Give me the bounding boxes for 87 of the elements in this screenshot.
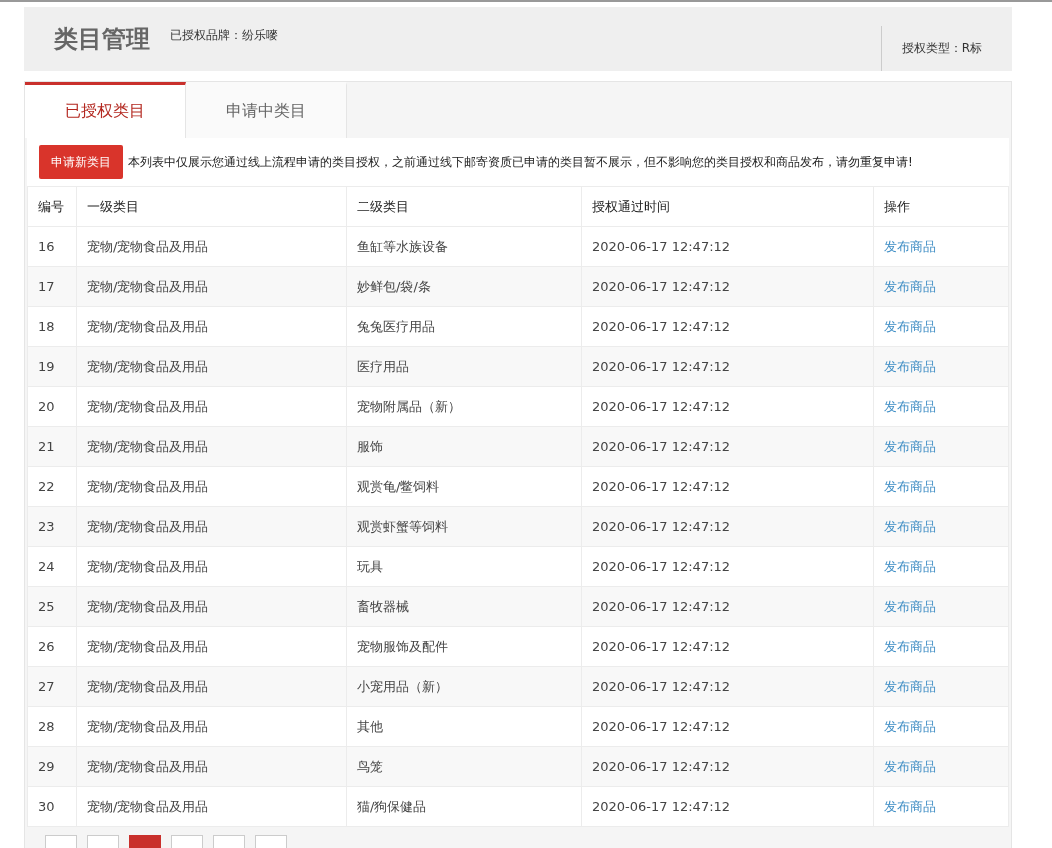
table-cell: 2020-06-17 12:47:12 xyxy=(581,386,874,427)
table-cell: 宠物/宠物食品及用品 xyxy=(76,266,347,307)
table-cell: 兔兔医疗用品 xyxy=(346,306,582,347)
table-cell: 宠物/宠物食品及用品 xyxy=(76,786,347,827)
table-cell: 宠物服饰及配件 xyxy=(346,626,582,667)
table-cell: 2020-06-17 12:47:12 xyxy=(581,666,874,707)
brand-label: 已授权品牌：纷乐嘜 xyxy=(170,26,278,44)
table-cell: 医疗用品 xyxy=(346,346,582,387)
table-cell: 2020-06-17 12:47:12 xyxy=(581,746,874,787)
column-header: 操作 xyxy=(873,186,1009,227)
auth-type-label: 授权类型：R标 xyxy=(880,25,1012,71)
table-cell: 2020-06-17 12:47:12 xyxy=(581,786,874,827)
apply-button[interactable]: 申请新类目 xyxy=(39,145,123,179)
publish-link[interactable]: 发布商品 xyxy=(884,518,936,534)
table-cell: 服饰 xyxy=(346,426,582,467)
publish-link[interactable]: 发布商品 xyxy=(884,798,936,814)
table-cell: 25 xyxy=(27,586,77,627)
publish-link[interactable]: 发布商品 xyxy=(884,678,936,694)
table-cell: 2020-06-17 12:47:12 xyxy=(581,266,874,307)
table-cell: 20 xyxy=(27,386,77,427)
table-cell: 宠物/宠物食品及用品 xyxy=(76,706,347,747)
table-cell: 16 xyxy=(27,226,77,267)
table-cell: 宠物/宠物食品及用品 xyxy=(76,426,347,467)
publish-link[interactable]: 发布商品 xyxy=(884,278,936,294)
table-cell: 鱼缸等水族设备 xyxy=(346,226,582,267)
table-cell: 24 xyxy=(27,546,77,587)
table-cell: 宠物/宠物食品及用品 xyxy=(76,506,347,547)
table-cell: 观赏龟/鳖饲料 xyxy=(346,466,582,507)
table-cell: 2020-06-17 12:47:12 xyxy=(581,346,874,387)
tab[interactable]: 已授权类目 xyxy=(25,82,186,138)
table-cell: 2020-06-17 12:47:12 xyxy=(581,506,874,547)
table-cell: 宠物/宠物食品及用品 xyxy=(76,226,347,267)
table-cell: 28 xyxy=(27,706,77,747)
table-cell: 宠物/宠物食品及用品 xyxy=(76,586,347,627)
publish-link[interactable]: 发布商品 xyxy=(884,718,936,734)
table-cell: 2020-06-17 12:47:12 xyxy=(581,226,874,267)
page-title: 类目管理 xyxy=(54,24,150,55)
tab[interactable]: 申请中类目 xyxy=(186,82,347,138)
publish-link[interactable]: 发布商品 xyxy=(884,478,936,494)
table-cell: 宠物/宠物食品及用品 xyxy=(76,666,347,707)
publish-link[interactable]: 发布商品 xyxy=(884,558,936,574)
table-cell: 小宠用品（新） xyxy=(346,666,582,707)
publish-link[interactable]: 发布商品 xyxy=(884,638,936,654)
table-cell: 猫/狗保健品 xyxy=(346,786,582,827)
table-cell: 鸟笼 xyxy=(346,746,582,787)
table-cell: 2020-06-17 12:47:12 xyxy=(581,586,874,627)
table-cell: 29 xyxy=(27,746,77,787)
table-cell: 宠物/宠物食品及用品 xyxy=(76,546,347,587)
table-cell: 23 xyxy=(27,506,77,547)
table-cell: 宠物/宠物食品及用品 xyxy=(76,386,347,427)
table-cell: 宠物/宠物食品及用品 xyxy=(76,306,347,347)
table-cell: 2020-06-17 12:47:12 xyxy=(581,546,874,587)
table-cell: 畜牧器械 xyxy=(346,586,582,627)
table-cell: 观赏虾蟹等饲料 xyxy=(346,506,582,547)
table-cell: 宠物/宠物食品及用品 xyxy=(76,626,347,667)
table-cell: 妙鲜包/袋/条 xyxy=(346,266,582,307)
publish-link[interactable]: 发布商品 xyxy=(884,318,936,334)
column-header: 授权通过时间 xyxy=(581,186,874,227)
table-cell: 宠物/宠物食品及用品 xyxy=(76,746,347,787)
publish-link[interactable]: 发布商品 xyxy=(884,598,936,614)
publish-link[interactable]: 发布商品 xyxy=(884,358,936,374)
column-header: 编号 xyxy=(27,186,77,227)
column-header: 二级类目 xyxy=(346,186,582,227)
table-cell: 26 xyxy=(27,626,77,667)
notice-text: 本列表中仅展示您通过线上流程申请的类目授权，之前通过线下邮寄资质已申请的类目暂不展示，但不影响您的类目授权和商品发布，请勿重复申请! xyxy=(128,153,913,171)
table-cell: 18 xyxy=(27,306,77,347)
table-cell: 宠物附属品（新） xyxy=(346,386,582,427)
table-cell: 宠物/宠物食品及用品 xyxy=(76,466,347,507)
publish-link[interactable]: 发布商品 xyxy=(884,238,936,254)
publish-link[interactable]: 发布商品 xyxy=(884,438,936,454)
table-cell: 玩具 xyxy=(346,546,582,587)
table-cell: 2020-06-17 12:47:12 xyxy=(581,306,874,347)
table-cell: 其他 xyxy=(346,706,582,747)
table-cell: 2020-06-17 12:47:12 xyxy=(581,426,874,467)
table-cell: 19 xyxy=(27,346,77,387)
table-cell: 21 xyxy=(27,426,77,467)
table-cell: 30 xyxy=(27,786,77,827)
table-cell: 2020-06-17 12:47:12 xyxy=(581,626,874,667)
publish-link[interactable]: 发布商品 xyxy=(884,758,936,774)
table-cell: 2020-06-17 12:47:12 xyxy=(581,706,874,747)
publish-link[interactable]: 发布商品 xyxy=(884,398,936,414)
table-cell: 2020-06-17 12:47:12 xyxy=(581,466,874,507)
column-header: 一级类目 xyxy=(76,186,347,227)
table-cell: 17 xyxy=(27,266,77,307)
table-cell: 宠物/宠物食品及用品 xyxy=(76,346,347,387)
table-cell: 27 xyxy=(27,666,77,707)
table-cell: 22 xyxy=(27,466,77,507)
